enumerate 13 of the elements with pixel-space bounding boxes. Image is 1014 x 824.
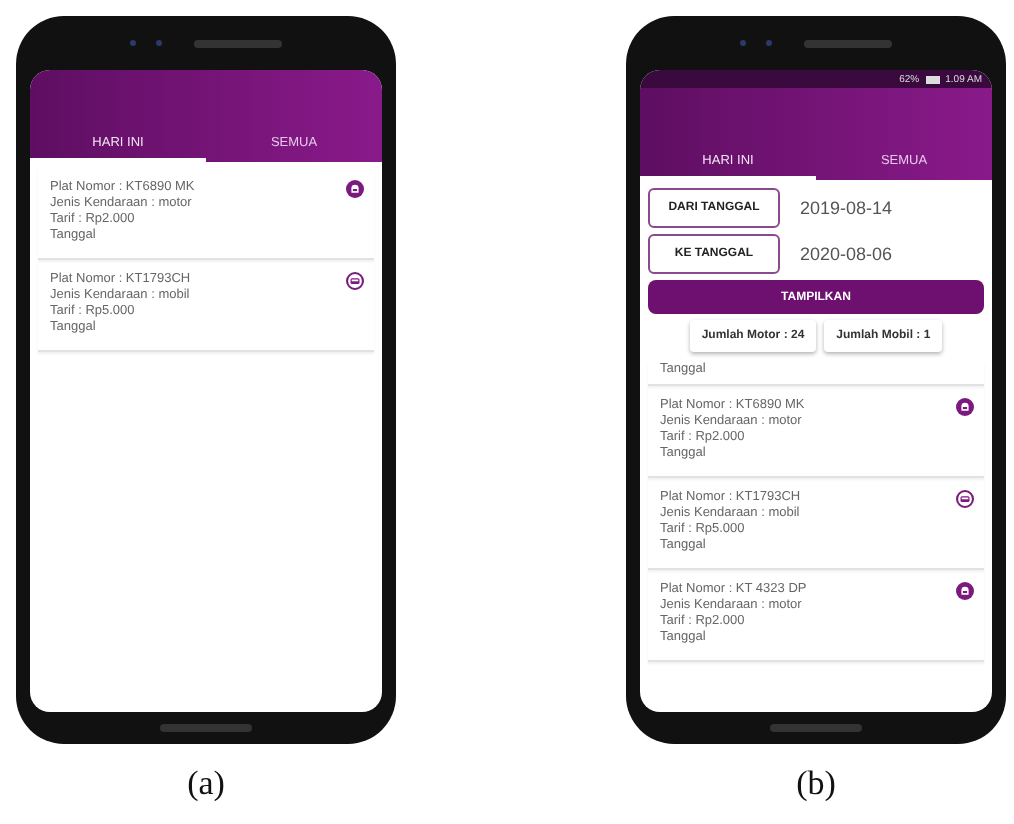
camera-icon [740, 40, 746, 46]
figure-caption: (a) [187, 764, 225, 804]
home-bar [770, 724, 862, 732]
home-bar [160, 724, 252, 732]
figure-caption: (b) [796, 764, 836, 804]
camera-icon [766, 40, 772, 46]
battery-icon [925, 75, 940, 83]
speaker-grille [194, 39, 282, 47]
camera-icon [156, 40, 162, 46]
camera-icon [130, 40, 136, 46]
from-date: 2019-08-14 [800, 198, 893, 218]
speaker-grille [804, 39, 892, 47]
to-date: 2020-08-06 [800, 244, 893, 264]
